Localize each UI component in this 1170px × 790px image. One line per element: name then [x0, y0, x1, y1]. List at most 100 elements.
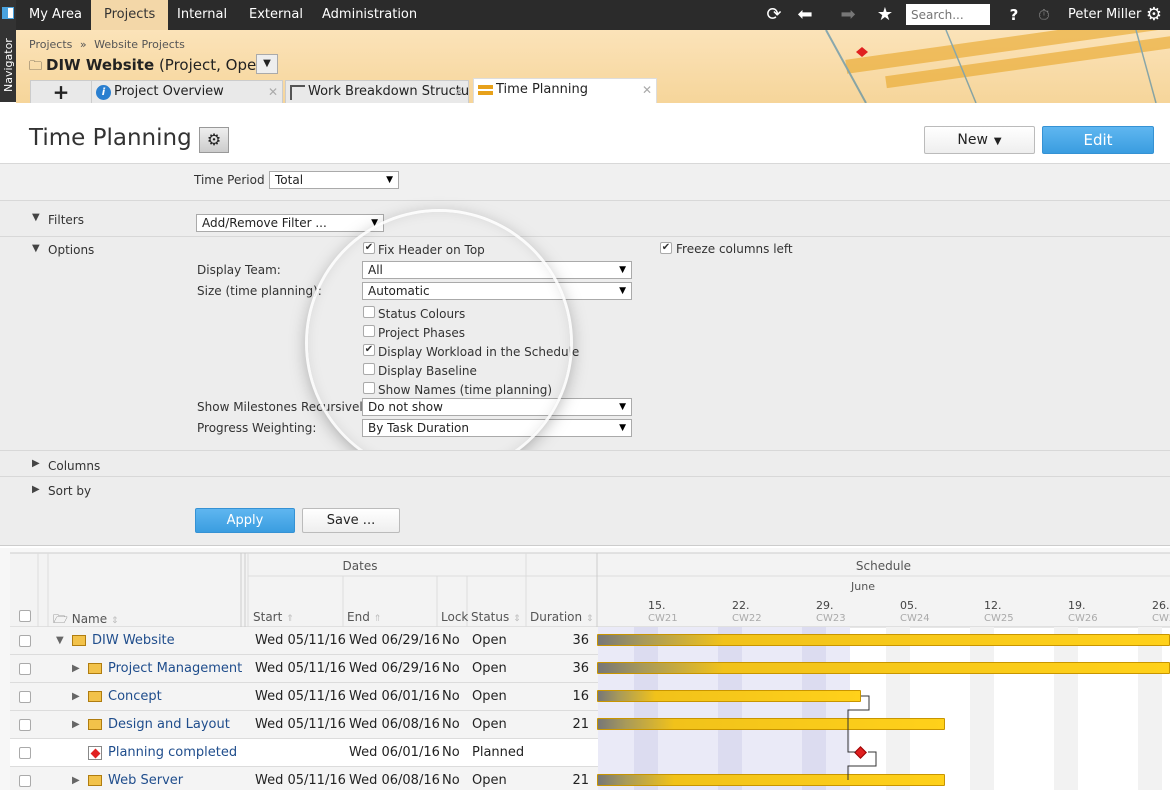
topnav-projects[interactable]: Projects: [91, 0, 169, 30]
search-input[interactable]: [906, 4, 990, 25]
navigator-label: Navigator: [2, 38, 15, 92]
expand-triangle-icon[interactable]: ▶: [32, 484, 40, 495]
topnav-administration[interactable]: Administration: [309, 0, 430, 30]
time-period-value: Total: [275, 173, 304, 187]
display-team-label: Display Team:: [197, 263, 281, 277]
progress-weighting-label: Progress Weighting:: [197, 421, 317, 435]
topnav-my-area[interactable]: My Area: [16, 0, 95, 30]
dependency-connectors: [847, 695, 877, 780]
navigator-strip[interactable]: Navigator: [0, 0, 16, 102]
freeze-columns-checkbox[interactable]: ✔: [660, 242, 672, 254]
display-team-select[interactable]: All ▼: [362, 261, 632, 279]
collapse-triangle-icon[interactable]: ▼: [32, 243, 40, 254]
columns-label[interactable]: Columns: [48, 459, 100, 473]
show-names-label: Show Names (time planning): [378, 383, 553, 397]
status-colours-label: Status Colours: [378, 307, 466, 321]
divider: [0, 236, 1170, 237]
edit-button[interactable]: Edit: [1042, 126, 1154, 154]
project-dropdown-button[interactable]: ▼: [256, 54, 278, 74]
topnav-external[interactable]: External: [236, 0, 316, 30]
help-icon[interactable]: ?: [1002, 0, 1026, 30]
tab-label: Work Breakdown Structur: [308, 84, 469, 99]
caret-down-icon: ▼: [371, 218, 378, 228]
add-tab-button[interactable]: +: [30, 80, 92, 103]
project-phases-checkbox[interactable]: [363, 325, 375, 337]
status-colours-checkbox[interactable]: [363, 306, 375, 318]
tab-work-breakdown-structure[interactable]: Work Breakdown Structur ✕: [285, 80, 469, 103]
display-workload-checkbox[interactable]: ✔: [363, 344, 375, 356]
close-icon[interactable]: ✕: [454, 81, 464, 103]
breadcrumb-website-projects[interactable]: Website Projects: [94, 38, 185, 51]
page-settings-gear-icon[interactable]: ⚙: [199, 127, 229, 153]
forward-icon[interactable]: ➡: [834, 0, 862, 30]
topnav-internal[interactable]: Internal: [164, 0, 240, 30]
save-button[interactable]: Save ...: [302, 508, 400, 533]
filter-select[interactable]: Add/Remove Filter ... ▼: [196, 214, 384, 232]
display-baseline-label: Display Baseline: [378, 364, 477, 378]
filters-label[interactable]: Filters: [48, 213, 84, 227]
top-navigation: My Area Projects Internal External Admin…: [16, 0, 1170, 30]
caret-down-icon: ▼: [619, 402, 626, 412]
progress-weighting-value: By Task Duration: [368, 421, 469, 435]
close-icon[interactable]: ✕: [642, 79, 652, 101]
time-period-select[interactable]: Total ▼: [269, 171, 399, 189]
show-names-checkbox[interactable]: [363, 382, 375, 394]
tab-label: Project Overview: [114, 84, 224, 99]
user-name[interactable]: Peter Miller: [1068, 0, 1141, 30]
freeze-columns-label: Freeze columns left: [676, 242, 793, 256]
milestones-label: Show Milestones Recursively:: [197, 400, 373, 414]
header-gantt-decoration: [825, 30, 1170, 103]
display-baseline-checkbox[interactable]: [363, 363, 375, 375]
tab-project-overview[interactable]: i Project Overview ✕: [91, 80, 283, 103]
favorites-star-icon[interactable]: ★: [871, 0, 899, 30]
new-button[interactable]: New ▼: [924, 126, 1035, 154]
refresh-icon[interactable]: ⟳: [760, 0, 788, 30]
timer-icon[interactable]: ⏱: [1032, 0, 1056, 30]
folder-icon: 🗀: [29, 59, 43, 74]
caret-down-icon: ▼: [386, 175, 393, 185]
tab-label: Time Planning: [496, 82, 588, 97]
apply-button[interactable]: Apply: [195, 508, 295, 533]
breadcrumb: Projects » Website Projects: [29, 38, 185, 51]
display-workload-label: Display Workload in the Schedule: [378, 345, 580, 359]
expand-triangle-icon[interactable]: ▶: [32, 458, 40, 469]
options-label[interactable]: Options: [48, 243, 94, 257]
info-icon: i: [96, 85, 111, 100]
caret-down-icon: ▼: [619, 265, 626, 275]
display-team-value: All: [368, 263, 383, 277]
size-select[interactable]: Automatic ▼: [362, 282, 632, 300]
milestones-value: Do not show: [368, 400, 443, 414]
milestones-select[interactable]: Do not show ▼: [362, 398, 632, 416]
caret-down-icon: ▼: [619, 286, 626, 296]
project-title: 🗀 DIW Website (Project, Open): [29, 56, 272, 79]
project-name: DIW Website: [46, 56, 155, 74]
close-icon[interactable]: ✕: [268, 81, 278, 103]
back-icon[interactable]: ⬅: [791, 0, 819, 30]
time-period-bar: [0, 163, 1170, 200]
grid-area: Dates Schedule June 🗁 Name ⇕ Start ⇑ End…: [0, 548, 1170, 790]
collapse-triangle-icon[interactable]: ▼: [32, 212, 40, 223]
size-value: Automatic: [368, 284, 430, 298]
columns-section: [0, 450, 1170, 476]
fix-header-label: Fix Header on Top: [378, 243, 485, 257]
wbs-tree-icon: [290, 85, 305, 100]
app-logo-icon: [2, 7, 14, 19]
sortby-section: [0, 476, 1170, 546]
breadcrumb-separator: »: [79, 38, 87, 51]
gantt-icon: [478, 85, 493, 95]
progress-weighting-select[interactable]: By Task Duration ▼: [362, 419, 632, 437]
caret-down-icon: ▼: [993, 136, 1002, 147]
page-title: Time Planning: [29, 125, 192, 151]
settings-gear-icon[interactable]: ⚙: [1142, 0, 1166, 30]
size-label: Size (time planning):: [197, 284, 322, 298]
tab-time-planning[interactable]: Time Planning ✕: [473, 78, 657, 103]
project-phases-label: Project Phases: [378, 326, 465, 340]
time-period-label: Time Period: [194, 173, 265, 187]
fix-header-checkbox[interactable]: ✔: [363, 242, 375, 254]
filter-select-value: Add/Remove Filter ...: [202, 216, 327, 230]
sortby-label[interactable]: Sort by: [48, 484, 91, 498]
breadcrumb-projects[interactable]: Projects: [29, 38, 72, 51]
project-status: (Project, Open): [158, 56, 272, 74]
caret-down-icon: ▼: [619, 423, 626, 433]
new-label: New: [957, 132, 988, 148]
